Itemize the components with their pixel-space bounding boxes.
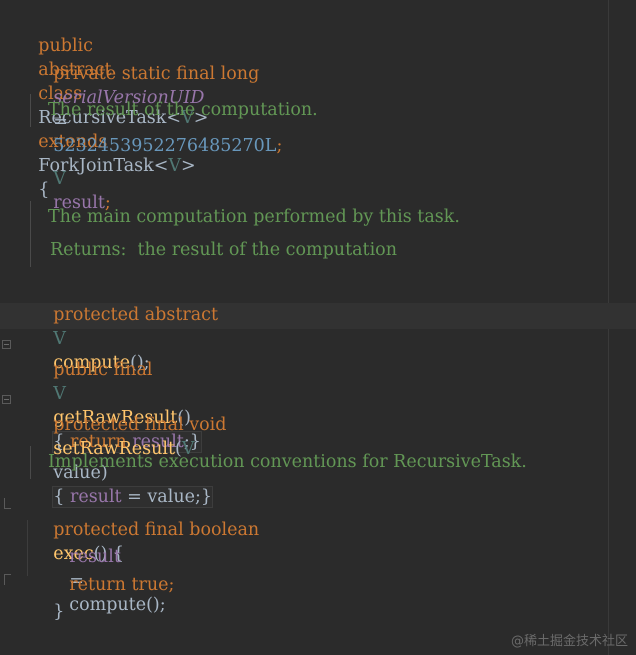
punctuation: (); xyxy=(146,595,166,615)
doc-comment-result: The result of the computation. xyxy=(30,94,608,127)
doc-text: The result of the computation. xyxy=(48,100,318,120)
modifiers: protected abstract xyxy=(53,305,218,325)
fold-toggle-icon[interactable] xyxy=(2,340,11,349)
code-line-class-declaration[interactable]: public abstract class RecursiveTask<V> e… xyxy=(16,10,208,200)
code-line-field-result[interactable]: V result; xyxy=(31,143,111,213)
doc-text: The main computation performed by this t… xyxy=(48,207,460,227)
keyword: return true xyxy=(69,575,169,595)
modifiers: protected final void xyxy=(53,415,227,435)
code-line-serial-version[interactable]: private static final long serialVersionU… xyxy=(31,38,282,156)
code-line-compute-declaration[interactable]: protected abstract V compute(); xyxy=(31,279,218,373)
doc-comment-compute: The main computation performed by this t… xyxy=(30,201,608,267)
fold-start-icon[interactable] xyxy=(4,498,11,509)
fold-end-icon[interactable] xyxy=(4,574,11,585)
indent-guide xyxy=(27,520,28,576)
fold-toggle-icon[interactable] xyxy=(2,395,11,404)
doc-comment-exec: Implements execution conventions for Rec… xyxy=(30,446,608,479)
code-line-class-close[interactable]: } xyxy=(14,630,47,654)
code-line-exec-return[interactable]: return true; xyxy=(47,549,174,595)
code-editor[interactable]: public abstract class RecursiveTask<V> e… xyxy=(0,0,636,655)
doc-text: Implements execution conventions for Rec… xyxy=(48,452,527,472)
semicolon: ; xyxy=(276,136,283,156)
brace-close: } xyxy=(53,602,65,622)
code-line-exec-assign[interactable]: result = compute(); xyxy=(47,521,165,615)
code-line-set-raw-result[interactable]: protected final void setRawResult(V valu… xyxy=(31,389,226,508)
angle-open: < xyxy=(153,156,169,176)
modifiers: private static final long xyxy=(53,64,260,84)
watermark: @稀土掘金技术社区 xyxy=(510,634,628,649)
type-param: V xyxy=(168,156,182,176)
semicolon: ; xyxy=(168,575,175,595)
code-line-get-raw-result[interactable]: public final V getRawResult() { return r… xyxy=(31,334,202,453)
code-line-exec-declaration[interactable]: protected final boolean exec() { xyxy=(31,494,259,564)
angle-close: > xyxy=(181,156,196,176)
doc-returns: Returns: the result of the computation xyxy=(50,240,397,260)
type-param: V xyxy=(53,169,66,189)
code-line-exec-close[interactable]: } xyxy=(31,576,64,622)
method-call: compute xyxy=(69,595,147,615)
modifiers: public final xyxy=(53,360,153,380)
